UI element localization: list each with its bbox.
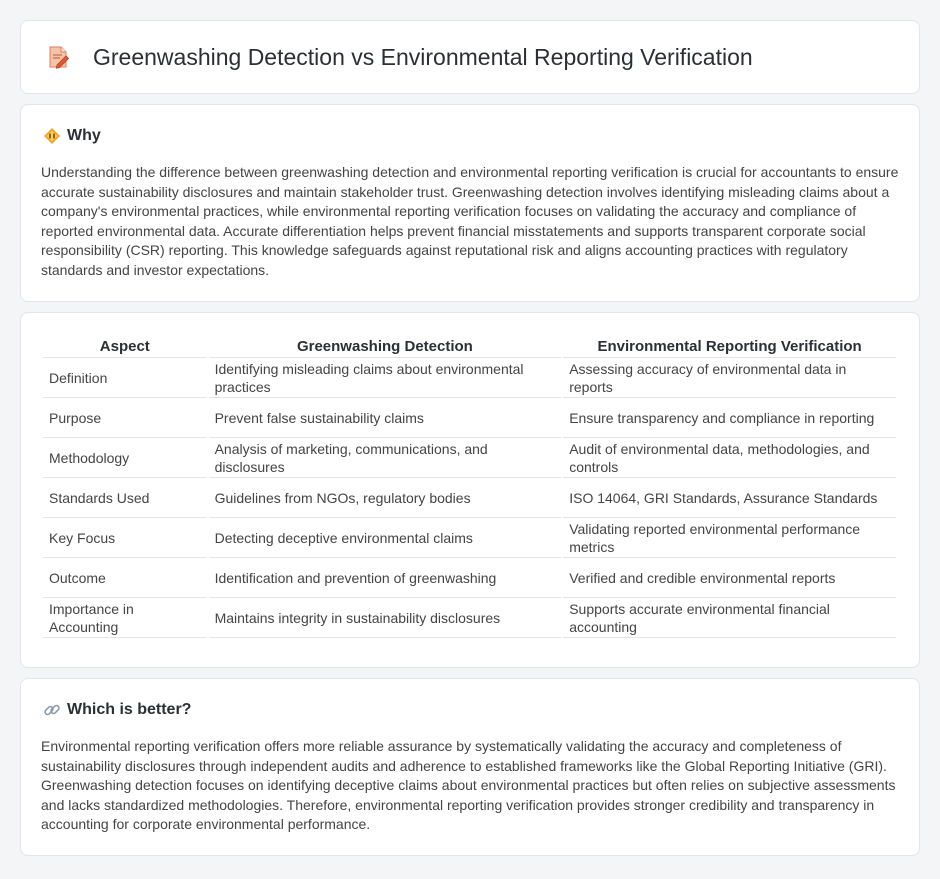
row-greenwashing: Prevent false sustainability claims (208, 398, 562, 438)
row-aspect: Outcome (43, 558, 207, 598)
diamond-warning-icon (43, 127, 61, 145)
why-text: Understanding the difference between gre… (41, 164, 899, 278)
row-verification: Supports accurate environmental financia… (563, 598, 896, 638)
row-aspect: Methodology (43, 438, 207, 478)
row-greenwashing: Analysis of marketing, communications, a… (208, 438, 562, 478)
header-greenwashing-detection: Greenwashing Detection (208, 333, 562, 358)
row-greenwashing: Identifying misleading claims about envi… (208, 358, 562, 398)
which-is-better-title: Which is better? (67, 701, 192, 718)
header-card: Greenwashing Detection vs Environmental … (20, 20, 920, 94)
table-header-row: Aspect Greenwashing Detection Environmen… (43, 333, 896, 358)
row-verification: ISO 14064, GRI Standards, Assurance Stan… (563, 478, 896, 518)
table-row: Outcome Identification and prevention of… (43, 558, 896, 598)
why-heading: Why (43, 127, 899, 145)
row-verification: Validating reported environmental perfor… (563, 518, 896, 558)
row-aspect: Key Focus (43, 518, 207, 558)
row-greenwashing: Maintains integrity in sustainability di… (208, 598, 562, 638)
row-verification: Audit of environmental data, methodologi… (563, 438, 896, 478)
link-icon (43, 701, 61, 719)
row-aspect: Standards Used (43, 478, 207, 518)
table-row: Methodology Analysis of marketing, commu… (43, 438, 896, 478)
page: Greenwashing Detection vs Environmental … (0, 0, 940, 879)
header-aspect: Aspect (43, 333, 207, 358)
why-title: Why (67, 127, 101, 144)
table-row: Key Focus Detecting deceptive environmen… (43, 518, 896, 558)
row-greenwashing: Identification and prevention of greenwa… (208, 558, 562, 598)
row-verification: Ensure transparency and compliance in re… (563, 398, 896, 438)
table-row: Purpose Prevent false sustainability cla… (43, 398, 896, 438)
row-verification: Assessing accuracy of environmental data… (563, 358, 896, 398)
comparison-table: Aspect Greenwashing Detection Environmen… (41, 333, 898, 638)
row-aspect: Importance in Accounting (43, 598, 207, 638)
comparison-table-card: Aspect Greenwashing Detection Environmen… (20, 312, 920, 668)
table-row: Importance in Accounting Maintains integ… (43, 598, 896, 638)
why-section: Why Understanding the difference between… (20, 104, 920, 302)
which-is-better-text: Environmental reporting verification off… (41, 738, 896, 833)
row-aspect: Definition (43, 358, 207, 398)
row-aspect: Purpose (43, 398, 207, 438)
table-row: Definition Identifying misleading claims… (43, 358, 896, 398)
table-row: Standards Used Guidelines from NGOs, reg… (43, 478, 896, 518)
row-greenwashing: Detecting deceptive environmental claims (208, 518, 562, 558)
which-is-better-section: Which is better? Environmental reporting… (20, 678, 920, 856)
which-is-better-heading: Which is better? (43, 701, 899, 719)
row-greenwashing: Guidelines from NGOs, regulatory bodies (208, 478, 562, 518)
header-environmental-reporting-verification: Environmental Reporting Verification (563, 333, 896, 358)
row-verification: Verified and credible environmental repo… (563, 558, 896, 598)
document-pencil-icon (45, 44, 71, 70)
page-title: Greenwashing Detection vs Environmental … (93, 43, 753, 70)
